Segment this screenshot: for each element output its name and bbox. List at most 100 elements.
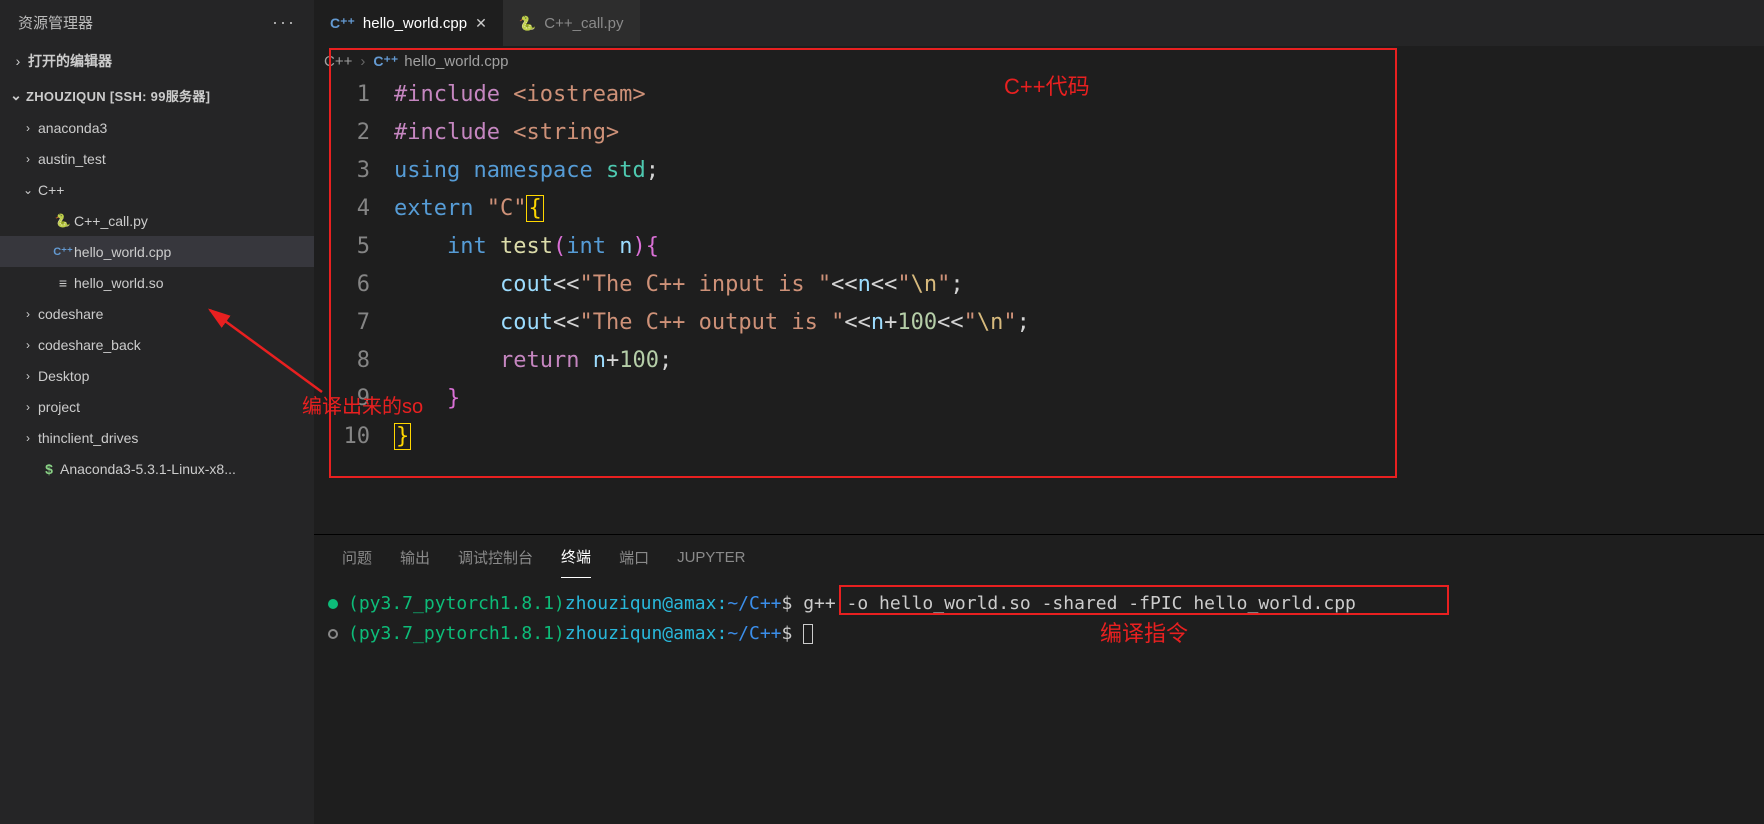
workspace-name: ZHOUZIQUN [SSH: 99服务器] [26,86,210,105]
folder-item[interactable]: ›codeshare_back [0,329,314,360]
breadcrumb-part[interactable]: hello_world.cpp [404,53,508,70]
more-icon[interactable]: ··· [272,12,296,33]
item-name: codeshare_back [38,337,141,353]
breadcrumb[interactable]: C++ › C⁺⁺ hello_world.cpp [314,46,1764,76]
chevron-right-icon: › [18,152,38,166]
item-name: austin_test [38,151,106,167]
env-name: (py3.7_pytorch1.8.1) [348,619,565,649]
file-item[interactable]: $Anaconda3-5.3.1-Linux-x8... [0,453,314,484]
item-name: C++ [38,182,64,198]
chevron-right-icon: › [18,307,38,321]
file-item[interactable]: C⁺⁺hello_world.cpp [0,236,314,267]
code-line[interactable]: #include <iostream> [394,76,1764,114]
panel-tab-JUPYTER[interactable]: JUPYTER [677,539,745,576]
item-name: Anaconda3-5.3.1-Linux-x8... [60,461,236,477]
line-number: 6 [314,266,370,304]
file-icon: 🐍 [52,213,74,229]
line-number: 7 [314,304,370,342]
chevron-right-icon: › [8,53,28,69]
user-host: zhouziqun@amax [565,619,717,649]
code-line[interactable]: return n+100; [394,342,1764,380]
line-number: 10 [314,418,370,456]
code-line[interactable]: } [394,380,1764,418]
line-number: 5 [314,228,370,266]
chevron-right-icon: › [18,369,38,383]
chevron-right-icon: › [18,400,38,414]
workspace-section[interactable]: ⌄ ZHOUZIQUN [SSH: 99服务器] [0,78,314,112]
code-editor[interactable]: 12345678910 #include <iostream>#include … [314,76,1764,534]
panel-tab-端口[interactable]: 端口 [619,537,649,578]
cwd-path: ~/C++ [727,589,781,619]
tab-label: C++_call.py [544,15,623,32]
tab-label: hello_world.cpp [363,15,467,32]
line-number: 3 [314,152,370,190]
panel-tab-终端[interactable]: 终端 [561,536,591,578]
folder-item[interactable]: ›thinclient_drives [0,422,314,453]
folder-item[interactable]: ›anaconda3 [0,112,314,143]
panel-tab-问题[interactable]: 问题 [342,537,372,578]
code-line[interactable]: cout<<"The C++ output is "<<n+100<<"\n"; [394,304,1764,342]
line-number: 8 [314,342,370,380]
line-number: 9 [314,380,370,418]
python-icon: 🐍 [519,15,536,32]
breadcrumb-part[interactable]: C++ [324,53,352,70]
cpp-icon: C⁺⁺ [373,53,398,70]
close-icon[interactable]: ✕ [475,15,487,32]
terminal-command: g++ -o hello_world.so -shared -fPIC hell… [803,589,1356,619]
code-content[interactable]: #include <iostream>#include <string>usin… [394,76,1764,534]
user-host: zhouziqun@amax [565,589,717,619]
line-gutter: 12345678910 [314,76,394,534]
code-line[interactable]: int test(int n){ [394,228,1764,266]
item-name: project [38,399,80,415]
panel-tab-输出[interactable]: 输出 [400,537,430,578]
explorer-sidebar: 资源管理器 ··· › 打开的编辑器 ⌄ ZHOUZIQUN [SSH: 99服… [0,0,314,824]
item-name: C++_call.py [74,213,148,229]
terminal-line[interactable]: (py3.7_pytorch1.8.1) zhouziqun@amax:~/C+… [328,619,1750,649]
opened-editors-label: 打开的编辑器 [28,51,112,71]
file-icon: $ [38,461,60,477]
code-line[interactable]: } [394,418,1764,456]
terminal[interactable]: (py3.7_pytorch1.8.1) zhouziqun@amax:~/C+… [314,579,1764,824]
explorer-title: 资源管理器 [18,12,93,33]
line-number: 2 [314,114,370,152]
tab-C++_call.py[interactable]: 🐍 C++_call.py [503,0,640,46]
item-name: anaconda3 [38,120,107,136]
file-icon: ≡ [52,275,74,291]
terminal-cursor [803,624,813,644]
code-line[interactable]: extern "C"{ [394,190,1764,228]
chevron-down-icon: ⌄ [18,183,38,197]
status-dot [328,599,338,609]
panel-tab-调试控制台[interactable]: 调试控制台 [458,537,533,578]
file-icon: C⁺⁺ [52,245,74,258]
folder-item[interactable]: ›project [0,391,314,422]
env-name: (py3.7_pytorch1.8.1) [348,589,565,619]
tab-hello_world.cpp[interactable]: C⁺⁺ hello_world.cpp ✕ [314,0,503,46]
line-number: 4 [314,190,370,228]
file-item[interactable]: ≡hello_world.so [0,267,314,298]
opened-editors-section[interactable]: › 打开的编辑器 [0,44,314,78]
item-name: Desktop [38,368,89,384]
line-number: 1 [314,76,370,114]
tabs-bar: C⁺⁺ hello_world.cpp ✕ 🐍 C++_call.py [314,0,1764,46]
explorer-header: 资源管理器 ··· [0,0,314,44]
chevron-right-icon: › [18,338,38,352]
item-name: codeshare [38,306,103,322]
item-name: hello_world.so [74,275,164,291]
breadcrumb-separator: › [360,53,365,70]
bottom-panel: 问题输出调试控制台终端端口 JUPYTER (py3.7_pytorch1.8.1… [314,534,1764,824]
terminal-line[interactable]: (py3.7_pytorch1.8.1) zhouziqun@amax:~/C+… [328,589,1750,619]
panel-tabs: 问题输出调试控制台终端端口 JUPYTER [314,535,1764,579]
cwd-path: ~/C++ [727,619,781,649]
code-line[interactable]: #include <string> [394,114,1764,152]
item-name: hello_world.cpp [74,244,171,260]
folder-item[interactable]: ›austin_test [0,143,314,174]
folder-item[interactable]: ⌄C++ [0,174,314,205]
code-line[interactable]: using namespace std; [394,152,1764,190]
editor-area: C⁺⁺ hello_world.cpp ✕ 🐍 C++_call.py C++ › C⁺… [314,0,1764,824]
file-item[interactable]: 🐍C++_call.py [0,205,314,236]
status-dot [328,629,338,639]
code-line[interactable]: cout<<"The C++ input is "<<n<<"\n"; [394,266,1764,304]
cpp-icon: C⁺⁺ [330,15,355,32]
folder-item[interactable]: ›codeshare [0,298,314,329]
folder-item[interactable]: ›Desktop [0,360,314,391]
